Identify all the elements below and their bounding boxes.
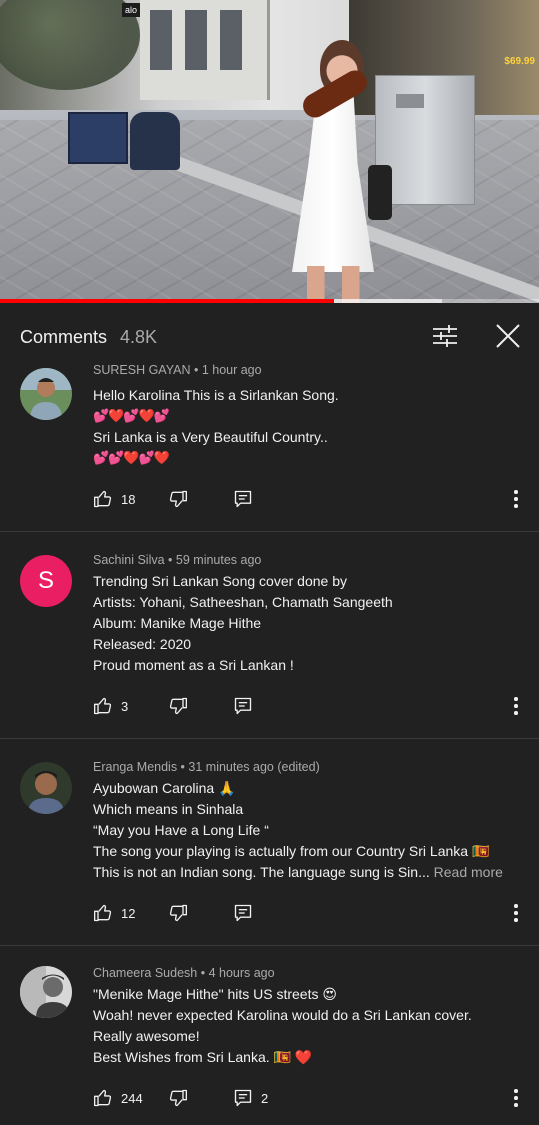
more-vertical-icon[interactable] — [510, 694, 522, 718]
sort-filter-icon[interactable] — [430, 321, 460, 351]
comment-actions: 12 — [93, 901, 533, 925]
like-button[interactable]: 244 — [93, 1086, 143, 1110]
reply-button[interactable] — [233, 694, 253, 718]
reply-button[interactable]: 2 — [233, 1086, 268, 1110]
comment-item: S Sachini Silva • 59 minutes ago Trendin… — [0, 547, 539, 739]
dislike-button[interactable] — [168, 694, 188, 718]
comment-actions: 244 2 — [93, 1086, 533, 1110]
like-button[interactable]: 3 — [93, 694, 128, 718]
comment-time: 31 minutes ago (edited) — [188, 760, 320, 774]
comment-text: Hello Karolina This is a Sirlankan Song.… — [93, 387, 339, 466]
comment-time: 59 minutes ago — [175, 553, 262, 567]
comment-item: SURESH GAYAN • 1 hour ago Hello Karolina… — [0, 363, 539, 532]
comments-count: 4.8K — [120, 327, 158, 347]
comment-time: 4 hours ago — [208, 966, 275, 980]
more-vertical-icon[interactable] — [510, 901, 522, 925]
comment-meta: Chameera Sudesh • 4 hours ago — [93, 966, 275, 980]
dislike-button[interactable] — [168, 487, 188, 511]
comment-text: Trending Sri Lankan Song cover done by A… — [93, 573, 393, 673]
video-seated-person — [130, 112, 180, 170]
comment-time: 1 hour ago — [201, 363, 262, 377]
comment-meta: SURESH GAYAN • 1 hour ago — [93, 363, 262, 377]
comment-text: "Menike Mage Hithe" hits US streets 😍 Wo… — [93, 986, 472, 1065]
comment-actions: 18 — [93, 487, 533, 511]
reply-button[interactable] — [233, 487, 253, 511]
close-icon[interactable] — [493, 321, 523, 351]
thumb-up-icon — [93, 489, 113, 509]
comments-title: Comments — [20, 327, 108, 347]
reply-comment-icon — [233, 489, 253, 509]
comment-actions: 3 — [93, 694, 533, 718]
comment-author[interactable]: SURESH GAYAN — [93, 363, 190, 377]
reply-comment-icon — [233, 696, 253, 716]
dislike-button[interactable] — [168, 1086, 188, 1110]
avatar[interactable] — [20, 368, 72, 420]
like-button[interactable]: 12 — [93, 901, 135, 925]
thumb-down-icon — [168, 696, 188, 716]
thumb-down-icon — [168, 903, 188, 923]
thumb-down-icon — [168, 1088, 188, 1108]
video-player[interactable]: alo $69.99 — [0, 0, 539, 303]
read-more-link[interactable]: Read more — [434, 864, 503, 880]
reply-button[interactable] — [233, 901, 253, 925]
avatar[interactable] — [20, 762, 72, 814]
dislike-button[interactable] — [168, 901, 188, 925]
avatar[interactable]: S — [20, 555, 72, 607]
comments-header: Comments 4.8K — [0, 303, 539, 363]
video-bag — [368, 165, 392, 220]
like-button[interactable]: 18 — [93, 487, 135, 511]
more-vertical-icon[interactable] — [510, 487, 522, 511]
comment-item: Eranga Mendis • 31 minutes ago (edited) … — [0, 754, 539, 946]
reply-comment-icon — [233, 903, 253, 923]
comment-item: Chameera Sudesh • 4 hours ago "Menike Ma… — [0, 960, 539, 1125]
more-vertical-icon[interactable] — [510, 1086, 522, 1110]
comment-author[interactable]: Eranga Mendis — [93, 760, 177, 774]
thumb-up-icon — [93, 1088, 113, 1108]
comment-author[interactable]: Chameera Sudesh — [93, 966, 197, 980]
thumb-up-icon — [93, 696, 113, 716]
comment-meta: Sachini Silva • 59 minutes ago — [93, 553, 262, 567]
thumb-up-icon — [93, 903, 113, 923]
comment-text: Ayubowan Carolina 🙏 Which means in Sinha… — [93, 780, 503, 880]
reply-count: 2 — [261, 1090, 269, 1106]
avatar[interactable] — [20, 966, 72, 1018]
comment-author[interactable]: Sachini Silva — [93, 553, 165, 567]
video-storefront — [140, 0, 270, 100]
comment-meta: Eranga Mendis • 31 minutes ago (edited) — [93, 760, 320, 774]
reply-comment-icon — [233, 1088, 253, 1108]
thumb-down-icon — [168, 489, 188, 509]
store-sign: alo — [122, 3, 140, 17]
price-tag: $69.99 — [504, 56, 535, 67]
video-cart — [68, 112, 128, 164]
